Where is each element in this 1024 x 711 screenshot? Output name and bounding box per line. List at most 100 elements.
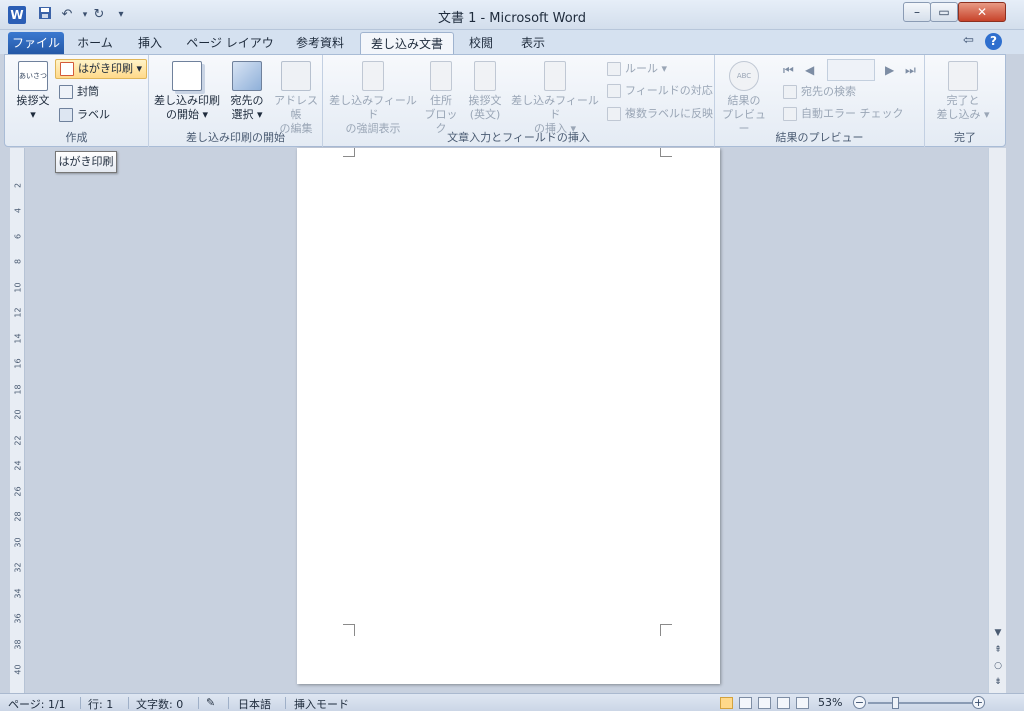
next-record-icon[interactable]: ▶ xyxy=(885,63,894,77)
draft-view-icon[interactable] xyxy=(796,697,809,709)
labels-button[interactable]: ラベル xyxy=(59,105,110,125)
document-page[interactable] xyxy=(297,148,720,684)
start-mail-merge-button[interactable]: 差し込み印刷 の開始 ▾ xyxy=(153,61,221,122)
previous-page-icon[interactable]: ⇞ xyxy=(989,645,1007,655)
envelope-button[interactable]: 封筒 xyxy=(59,82,99,102)
next-page-icon[interactable]: ⇟ xyxy=(989,677,1007,687)
address-block-button[interactable]: 住所 ブロック xyxy=(421,61,461,136)
minimize-ribbon-icon[interactable]: ⇦ xyxy=(963,33,974,48)
group-create-label: 作成 xyxy=(65,131,88,144)
status-divider xyxy=(228,697,229,709)
ruler-number: 10 xyxy=(13,282,23,293)
zoom-level[interactable]: 53% xyxy=(818,696,842,709)
greeting-line-label-2: (英文) xyxy=(469,108,501,121)
vertical-ruler[interactable]: 2 4 6 8 10 12 14 16 18 20 22 24 26 28 30… xyxy=(10,148,25,693)
print-layout-view-icon[interactable] xyxy=(720,697,733,709)
web-layout-view-icon[interactable] xyxy=(758,697,771,709)
greeting-label: 挨拶文 xyxy=(16,94,50,107)
browse-object-icon[interactable]: ○ xyxy=(989,661,1007,671)
title-bar: W ↶ ▾ ↻ ▾ 文書 1 - Microsoft Word – ▭ ✕ xyxy=(0,0,1024,30)
edit-recipient-list-button[interactable]: アドレス帳 の編集 xyxy=(271,61,321,136)
edit-list-label-1: アドレス帳 xyxy=(274,94,318,121)
first-record-icon[interactable]: ⏮ xyxy=(783,63,794,78)
full-screen-reading-view-icon[interactable] xyxy=(739,697,752,709)
close-button[interactable]: ✕ xyxy=(958,2,1006,22)
ruler-number: 22 xyxy=(13,435,23,446)
greeting-card-icon: あいさつ xyxy=(18,61,48,91)
tab-review[interactable]: 校閲 xyxy=(460,32,502,54)
tab-view[interactable]: 表示 xyxy=(510,32,556,54)
ruler-number: 34 xyxy=(13,588,23,599)
postcard-print-button[interactable]: はがき印刷 ▾ xyxy=(55,59,148,79)
select-recipients-button[interactable]: 宛先の 選択 ▾ xyxy=(225,61,269,122)
finish-merge-button[interactable]: 完了と 差し込み ▾ xyxy=(931,61,995,122)
find-recipient-button[interactable]: 宛先の検索 xyxy=(783,82,856,102)
tab-home[interactable]: ホーム xyxy=(70,32,120,54)
group-finish: 完了と 差し込み ▾ 完了 xyxy=(925,55,1005,147)
status-bar: ページ: 1/1 行: 1 文字数: 0 ✎ 日本語 挿入モード 53% − + xyxy=(0,693,1024,711)
group-write-insert-label: 文章入力とフィールドの挿入 xyxy=(447,131,590,144)
labels-label: ラベル xyxy=(77,108,110,121)
auto-check-errors-button[interactable]: 自動エラー チェック xyxy=(783,104,904,124)
magnifier-icon: ABC xyxy=(729,61,759,91)
status-divider xyxy=(198,697,199,709)
crop-mark-bottom-right xyxy=(660,624,672,636)
tab-file[interactable]: ファイル xyxy=(8,32,64,54)
select-recipients-dropdown-icon: ▾ xyxy=(256,108,263,121)
tab-references[interactable]: 参考資料 xyxy=(286,32,354,54)
zoom-in-icon[interactable]: + xyxy=(972,696,985,709)
group-create: あいさつ 挨拶文 ▾ はがき印刷 ▾ 封筒 ラベル 作成 xyxy=(5,55,149,147)
ruler-number: 26 xyxy=(13,486,23,497)
group-write-insert-fields: 差し込みフィールド の強調表示 住所 ブロック 挨拶文 (英文) 差し込みフィー… xyxy=(323,55,715,147)
greeting-line-button[interactable]: 挨拶文 (英文) xyxy=(463,61,507,122)
outline-view-icon[interactable] xyxy=(777,697,790,709)
status-word-count[interactable]: 文字数: 0 xyxy=(136,696,183,711)
check-errors-icon xyxy=(783,107,797,121)
status-page[interactable]: ページ: 1/1 xyxy=(8,696,66,711)
ruler-number: 20 xyxy=(13,409,23,420)
tab-insert[interactable]: 挿入 xyxy=(126,32,174,54)
auto-check-label: 自動エラー チェック xyxy=(801,107,904,120)
ruler-number: 16 xyxy=(13,358,23,369)
match-fields-button[interactable]: フィールドの対応 xyxy=(607,81,713,101)
preview-results-button[interactable]: ABC 結果の プレビュー xyxy=(719,61,769,136)
ruler-number: 4 xyxy=(13,207,23,214)
vertical-scrollbar[interactable]: ▼ ⇞ ○ ⇟ xyxy=(988,148,1006,693)
highlight-merge-fields-button[interactable]: 差し込みフィールド の強調表示 xyxy=(327,61,419,136)
ruler-number: 14 xyxy=(13,333,23,344)
status-language[interactable]: 日本語 xyxy=(238,696,271,711)
rules-dropdown-icon: ▾ xyxy=(661,62,668,75)
ruler-number: 6 xyxy=(13,233,23,240)
scroll-down-icon[interactable]: ▼ xyxy=(989,628,1007,638)
help-icon[interactable]: ? xyxy=(985,33,1002,50)
greeting-button[interactable]: あいさつ 挨拶文 ▾ xyxy=(11,61,55,122)
status-line[interactable]: 行: 1 xyxy=(88,696,113,711)
zoom-slider-track[interactable] xyxy=(868,702,972,704)
match-fields-icon xyxy=(607,84,621,98)
zoom-slider-thumb[interactable] xyxy=(892,697,899,709)
finish-dropdown-icon: ▾ xyxy=(983,108,990,121)
ruler-number: 32 xyxy=(13,562,23,573)
last-record-icon[interactable]: ⏭ xyxy=(905,63,916,78)
zoom-out-icon[interactable]: − xyxy=(853,696,866,709)
insert-merge-field-button[interactable]: 差し込みフィールド の挿入 ▾ xyxy=(509,61,601,136)
tab-mailings[interactable]: 差し込み文書 xyxy=(360,32,454,54)
minimize-button[interactable]: – xyxy=(903,2,931,22)
rules-button[interactable]: ルール ▾ xyxy=(607,59,667,79)
ruler-number: 40 xyxy=(13,664,23,675)
ribbon-tab-row: ファイル ホーム 挿入 ページ レイアウト 参考資料 差し込み文書 校閲 表示 … xyxy=(0,30,1024,72)
status-insert-mode[interactable]: 挿入モード xyxy=(294,696,349,711)
proofing-icon[interactable]: ✎ xyxy=(206,696,215,709)
update-labels-label: 複数ラベルに反映 xyxy=(625,107,713,120)
envelope-label: 封筒 xyxy=(77,85,99,98)
record-number-input[interactable] xyxy=(827,59,875,81)
status-divider xyxy=(285,697,286,709)
update-labels-button[interactable]: 複数ラベルに反映 xyxy=(607,104,713,124)
tab-page-layout[interactable]: ページ レイアウト xyxy=(182,32,278,72)
start-merge-label-2: の開始 xyxy=(165,108,199,121)
previous-record-icon[interactable]: ◀ xyxy=(805,63,814,77)
start-merge-label-1: 差し込み印刷 xyxy=(154,94,220,107)
insert-field-label-1: 差し込みフィールド xyxy=(511,94,599,121)
status-divider xyxy=(80,697,81,709)
maximize-button[interactable]: ▭ xyxy=(930,2,958,22)
